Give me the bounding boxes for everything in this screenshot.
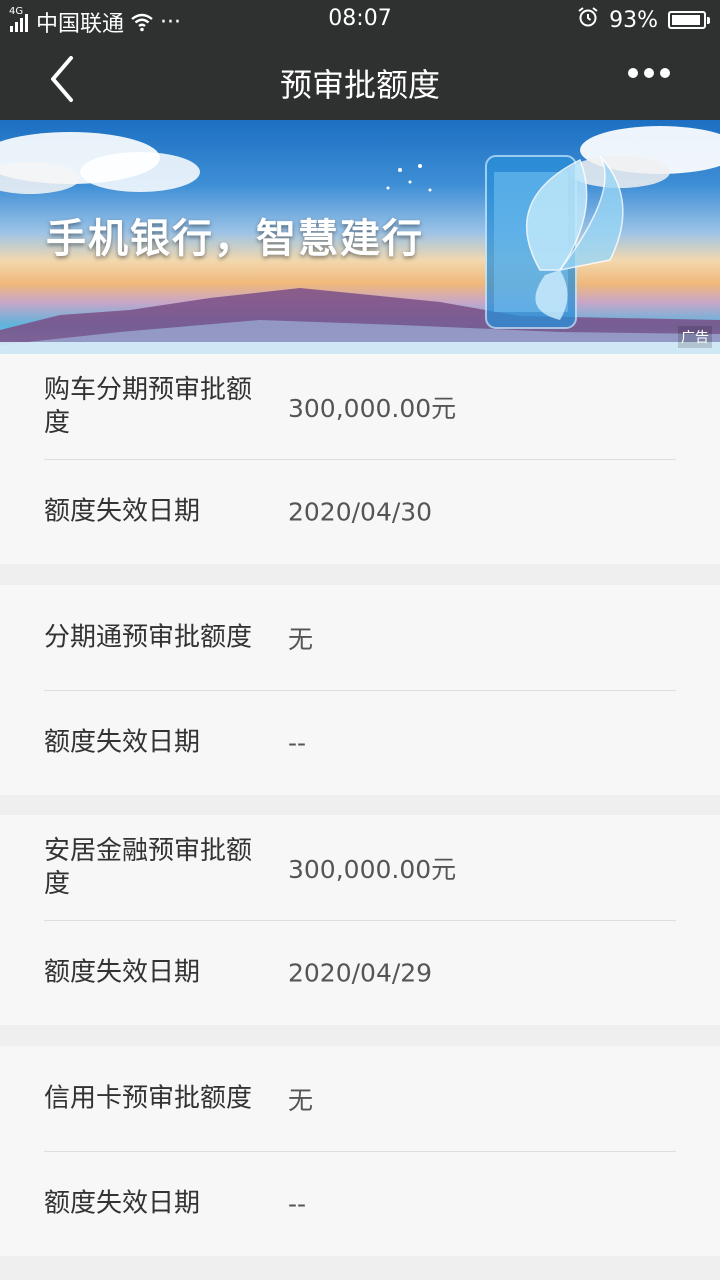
item-value: 无 bbox=[288, 624, 314, 654]
more-button[interactable] bbox=[628, 68, 670, 78]
banner-slogan: 手机银行，智慧建行 bbox=[46, 216, 424, 262]
installment-pass-section: 分期通预审批额度 无 额度失效日期 -- bbox=[0, 585, 720, 795]
item-value: 2020/04/30 bbox=[288, 497, 433, 526]
item-value: 300,000.00元 bbox=[288, 393, 457, 423]
page-title: 预审批额度 bbox=[279, 66, 440, 104]
credit-card-section: 信用卡预审批额度 无 额度失效日期 -- bbox=[0, 1046, 720, 1256]
status-bar: 4G 中国联通 ··· 08:07 93% bbox=[0, 0, 720, 38]
battery-percent: 93% bbox=[609, 7, 658, 33]
car-installment-section: 购车分期预审批额度 300,000.00元 额度失效日期 2020/04/30 bbox=[0, 354, 720, 564]
ad-label: 广告 bbox=[678, 326, 712, 348]
item-value: -- bbox=[288, 1189, 307, 1218]
item-value: -- bbox=[288, 728, 307, 757]
list-item: 信用卡预审批额度 无 bbox=[0, 1046, 720, 1151]
item-label: 信用卡预审批额度 bbox=[44, 1083, 253, 1113]
item-label: 分期通预审批额度 bbox=[44, 622, 253, 652]
list-item: 额度失效日期 -- bbox=[0, 690, 720, 795]
banner-ad[interactable]: 手机银行，智慧建行 广告 bbox=[0, 120, 720, 354]
item-value: 无 bbox=[288, 1085, 314, 1115]
housing-finance-section: 安居金融预审批额度 300,000.00元 额度失效日期 2020/04/29 bbox=[0, 815, 720, 1025]
list-item: 购车分期预审批额度 300,000.00元 bbox=[0, 354, 720, 459]
item-label: 额度失效日期 bbox=[44, 1188, 201, 1218]
item-label: 购车分期预审批额度 bbox=[44, 374, 253, 438]
battery-icon bbox=[668, 11, 710, 29]
list-item: 额度失效日期 2020/04/30 bbox=[0, 459, 720, 564]
item-label: 安居金融预审批额度 bbox=[44, 835, 253, 899]
list-item: 分期通预审批额度 无 bbox=[0, 585, 720, 690]
nav-bar: 预审批额度 bbox=[0, 38, 720, 120]
list-item: 额度失效日期 -- bbox=[0, 1151, 720, 1256]
item-label: 额度失效日期 bbox=[44, 496, 201, 526]
item-value: 300,000.00元 bbox=[288, 854, 457, 884]
list-item: 安居金融预审批额度 300,000.00元 bbox=[0, 815, 720, 920]
item-value: 2020/04/29 bbox=[288, 958, 433, 987]
item-label: 额度失效日期 bbox=[44, 727, 201, 757]
status-right: 93% bbox=[577, 6, 710, 34]
alarm-icon bbox=[577, 6, 599, 34]
list-item: 额度失效日期 2020/04/29 bbox=[0, 920, 720, 1025]
more-dots-icon bbox=[628, 68, 638, 78]
item-label: 额度失效日期 bbox=[44, 957, 201, 987]
